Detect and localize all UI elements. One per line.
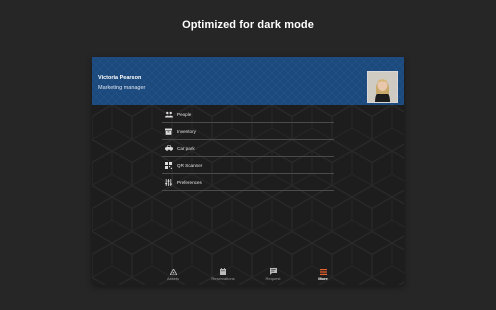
nav-item-request[interactable]: Request: [248, 267, 298, 285]
profile-role: Marketing manager: [98, 85, 146, 91]
menu-label-people: People: [177, 111, 192, 117]
calendar-icon: [220, 268, 227, 275]
menu-label-car-park: Car park: [177, 145, 195, 151]
menu-item-inventory[interactable]: Inventory: [162, 123, 334, 140]
nav-label-more: More: [318, 276, 328, 281]
menu-item-qr-scanner[interactable]: QR Scanner: [162, 157, 334, 174]
sliders-icon: [164, 178, 173, 187]
nav-item-more[interactable]: More: [298, 267, 348, 285]
menu-icon: [319, 268, 327, 275]
menu-item-preferences[interactable]: Preferences: [162, 174, 334, 191]
qr-code-icon: [164, 161, 173, 170]
nav-label-assets: Assets: [166, 276, 179, 281]
page-headline: Optimized for dark mode: [182, 19, 314, 31]
chat-icon: [269, 268, 277, 275]
nav-item-assets[interactable]: Assets: [148, 267, 198, 285]
avatar-photo: [368, 72, 397, 102]
assets-icon: [169, 268, 177, 275]
app-window: Victoria Pearson Marketing manager Peopl…: [92, 57, 404, 285]
more-menu: People Inventory Car park QR Scanner Pre…: [162, 106, 334, 191]
inventory-box-icon: [164, 127, 173, 136]
bottom-navigation: Assets Reservations Request More: [92, 267, 404, 285]
profile-name: Victoria Pearson: [98, 75, 142, 81]
nav-label-request: Request: [265, 276, 281, 281]
menu-label-inventory: Inventory: [177, 128, 196, 134]
car-icon: [164, 144, 173, 153]
nav-item-reservations[interactable]: Reservations: [198, 267, 248, 285]
people-icon: [164, 110, 173, 119]
profile-header[interactable]: Victoria Pearson Marketing manager: [92, 57, 404, 105]
avatar[interactable]: [367, 71, 398, 103]
header-pattern: [92, 57, 404, 105]
menu-label-preferences: Preferences: [177, 179, 202, 185]
menu-item-car-park[interactable]: Car park: [162, 140, 334, 157]
menu-label-qr-scanner: QR Scanner: [177, 162, 203, 168]
nav-label-reservations: Reservations: [211, 276, 235, 281]
menu-item-people[interactable]: People: [162, 106, 334, 123]
